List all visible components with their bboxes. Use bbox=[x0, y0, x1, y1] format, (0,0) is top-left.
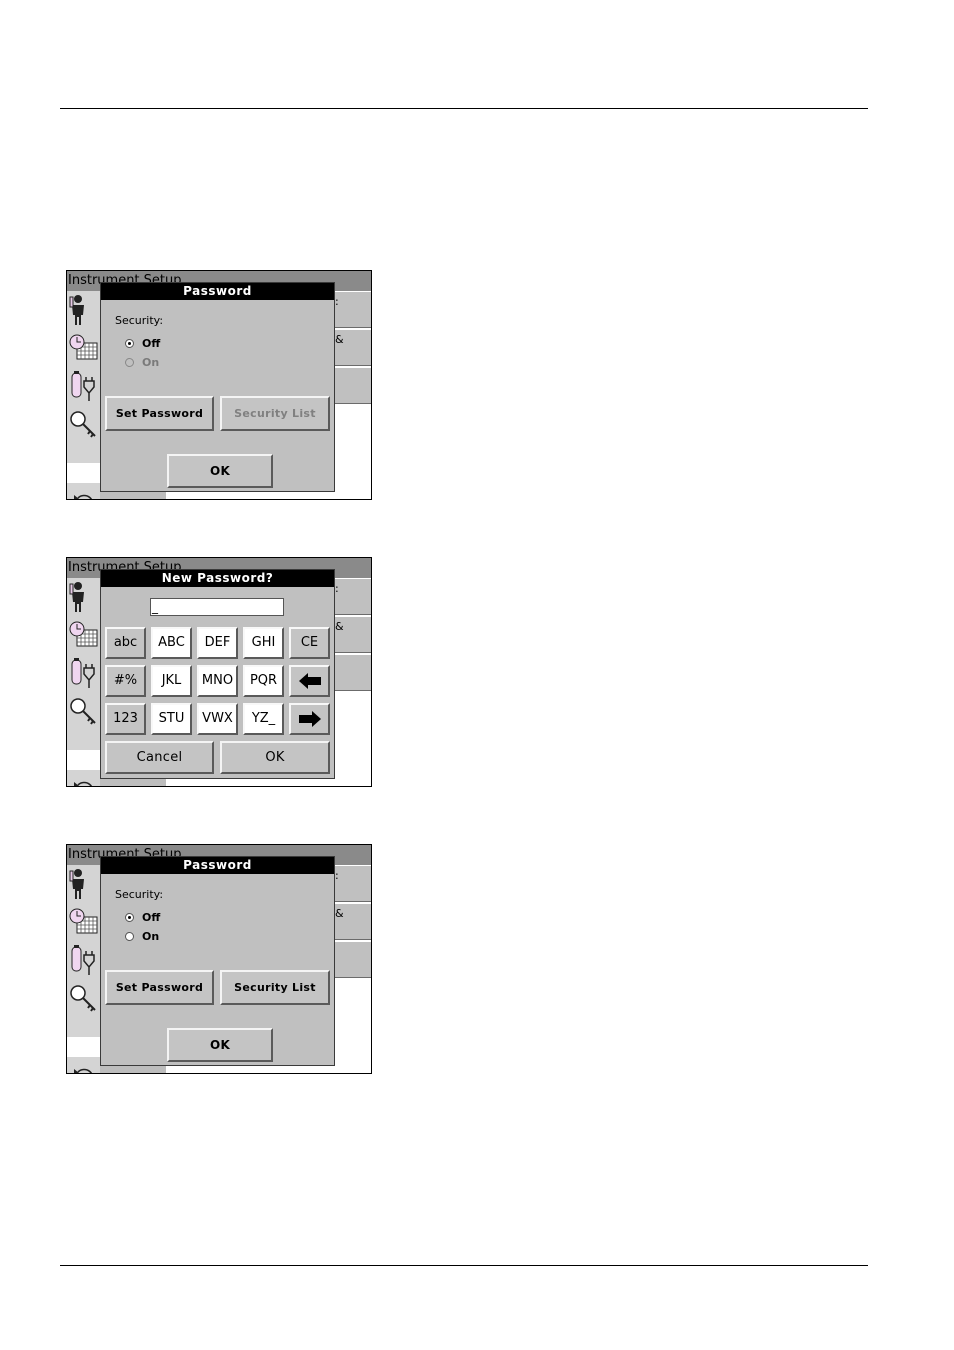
key-numbers[interactable]: 123 bbox=[105, 703, 146, 735]
radio-on: On bbox=[125, 356, 159, 369]
set-password-button[interactable]: Set Password bbox=[105, 396, 214, 431]
key-search-icon[interactable] bbox=[68, 982, 99, 1016]
radio-off-label: Off bbox=[142, 911, 161, 924]
operator-icon[interactable] bbox=[68, 867, 99, 901]
header-rule bbox=[60, 108, 868, 109]
dialog-title: Password bbox=[101, 857, 334, 874]
key-abc[interactable]: abc bbox=[105, 627, 146, 659]
screen-new-password: Instrument Setup : & New Password? _ abc… bbox=[66, 557, 372, 787]
key-PQR[interactable]: PQR bbox=[243, 665, 284, 697]
cancel-button[interactable]: Cancel bbox=[105, 741, 214, 774]
radio-off[interactable]: Off bbox=[125, 911, 160, 924]
radio-disabled-icon bbox=[125, 358, 134, 367]
operator-icon[interactable] bbox=[68, 293, 99, 327]
key-symbols[interactable]: #% bbox=[105, 665, 146, 697]
bottom-bar bbox=[100, 778, 166, 786]
clock-calendar-icon[interactable] bbox=[68, 905, 99, 939]
left-toolbar bbox=[67, 865, 100, 1073]
power-lamp-icon[interactable] bbox=[68, 943, 99, 977]
radio-unselected-icon bbox=[125, 932, 134, 941]
dialog-title: New Password? bbox=[101, 570, 334, 587]
background-button-2: & bbox=[333, 903, 371, 940]
key-DEF[interactable]: DEF bbox=[197, 627, 238, 659]
bottom-bar bbox=[100, 1065, 166, 1073]
key-STU[interactable]: STU bbox=[151, 703, 192, 735]
background-button-3 bbox=[333, 654, 371, 691]
radio-on[interactable]: On bbox=[125, 930, 159, 943]
key-YZ[interactable]: YZ_ bbox=[243, 703, 284, 735]
ok-button[interactable]: OK bbox=[167, 454, 273, 488]
empty-slot bbox=[67, 750, 100, 770]
clock-calendar-icon[interactable] bbox=[68, 618, 99, 652]
radio-selected-icon bbox=[125, 339, 134, 348]
key-MNO[interactable]: MNO bbox=[197, 665, 238, 697]
key-search-icon[interactable] bbox=[68, 408, 99, 442]
radio-on-label: On bbox=[142, 356, 160, 369]
key-VWX[interactable]: VWX bbox=[197, 703, 238, 735]
power-lamp-icon[interactable] bbox=[68, 369, 99, 403]
background-button-1: : bbox=[333, 578, 371, 615]
empty-slot bbox=[67, 463, 100, 483]
password-dialog: Password Security: Off On Set Password S… bbox=[100, 282, 335, 492]
key-JKL[interactable]: JKL bbox=[151, 665, 192, 697]
background-button-2: & bbox=[333, 616, 371, 653]
key-CE[interactable]: CE bbox=[289, 627, 330, 659]
new-password-dialog: New Password? _ abc ABC DEF GHI CE #% JK… bbox=[100, 569, 335, 779]
background-button-2: & bbox=[333, 329, 371, 366]
empty-slot bbox=[67, 1037, 100, 1057]
screen-password-1: Instrument Setup : & Password Security: … bbox=[66, 270, 372, 500]
key-GHI[interactable]: GHI bbox=[243, 627, 284, 659]
backspace-arrow-icon[interactable] bbox=[289, 665, 330, 697]
operator-icon[interactable] bbox=[68, 580, 99, 614]
background-button-1: : bbox=[333, 865, 371, 902]
radio-off[interactable]: Off bbox=[125, 337, 160, 350]
ok-button[interactable]: OK bbox=[220, 741, 330, 774]
background-button-3 bbox=[333, 941, 371, 978]
set-password-button[interactable]: Set Password bbox=[105, 970, 214, 1005]
bottom-bar bbox=[100, 491, 166, 499]
security-list-button: Security List bbox=[220, 396, 330, 431]
key-ABC[interactable]: ABC bbox=[151, 627, 192, 659]
radio-off-label: Off bbox=[142, 337, 161, 350]
dialog-title: Password bbox=[101, 283, 334, 300]
key-search-icon[interactable] bbox=[68, 695, 99, 729]
footer-rule bbox=[60, 1265, 868, 1266]
radio-selected-icon bbox=[125, 913, 134, 922]
left-toolbar bbox=[67, 578, 100, 786]
forward-arrow-icon[interactable] bbox=[289, 703, 330, 735]
ok-button[interactable]: OK bbox=[167, 1028, 273, 1062]
password-input[interactable]: _ bbox=[150, 598, 284, 616]
back-arrow-icon[interactable] bbox=[71, 489, 97, 499]
screen-password-2: Instrument Setup : & Password Security: … bbox=[66, 844, 372, 1074]
back-arrow-icon[interactable] bbox=[71, 1063, 97, 1073]
back-arrow-icon[interactable] bbox=[71, 776, 97, 786]
security-list-button[interactable]: Security List bbox=[220, 970, 330, 1005]
background-button-1: : bbox=[333, 291, 371, 328]
left-toolbar bbox=[67, 291, 100, 499]
power-lamp-icon[interactable] bbox=[68, 656, 99, 690]
security-label: Security: bbox=[115, 314, 164, 327]
background-button-3 bbox=[333, 367, 371, 404]
radio-on-label: On bbox=[142, 930, 160, 943]
password-dialog: Password Security: Off On Set Password S… bbox=[100, 856, 335, 1066]
clock-calendar-icon[interactable] bbox=[68, 331, 99, 365]
security-label: Security: bbox=[115, 888, 164, 901]
